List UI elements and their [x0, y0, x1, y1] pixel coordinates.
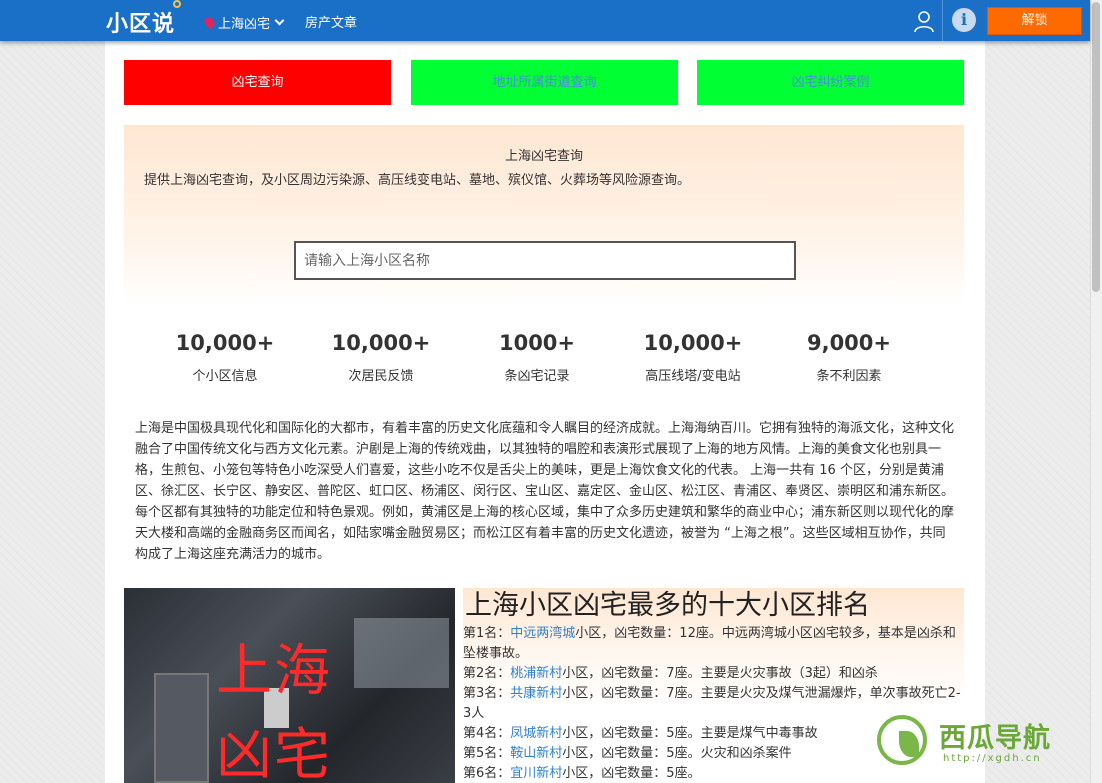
stat-number: 10,000+ [331, 331, 431, 355]
tab-street-address-query[interactable]: 地址所属街道查询 [411, 60, 678, 105]
community-link[interactable]: 凤城新村 [510, 726, 562, 741]
info-icon[interactable]: i [952, 8, 976, 32]
shanghai-intro-text: 上海是中国极具现代化和国际化的大都市，有着丰富的历史文化底蕴和令人瞩目的经济成就… [135, 421, 955, 562]
stat-number: 10,000+ [175, 331, 275, 355]
header-divider [942, 0, 943, 41]
community-search-input[interactable] [294, 241, 796, 280]
main-content: 凶宅查询 地址所属街道查询 凶宅纠纷案例 上海凶宅查询 提供上海凶宅查询，及小区… [105, 41, 985, 783]
city-selector[interactable]: 上海凶宅 [202, 13, 285, 32]
unlock-button[interactable]: 解锁 [987, 7, 1082, 35]
community-link[interactable]: 鞍山新村 [510, 746, 562, 761]
user-icon[interactable] [912, 9, 936, 33]
watermark: 西瓜导航 http://xgdh.cn [873, 713, 1083, 773]
hero-title: 上海凶宅查询 [504, 149, 583, 164]
stat-feedback: 10,000+ 次居民反馈 [311, 331, 451, 384]
stat-records: 1000+ 条凶宅记录 [467, 331, 607, 384]
photo-window [354, 618, 449, 688]
stat-label: 个小区信息 [192, 369, 258, 384]
photo-door [154, 673, 209, 783]
photo-caption-line1: 上海 [216, 639, 332, 704]
hero-description: 提供上海凶宅查询，及小区周边污染源、高压线变电站、墓地、殡仪馆、火葬场等风险源查… [144, 173, 691, 188]
top-navbar: 小区说 上海凶宅 房产文章 i 解锁 [0, 0, 1090, 41]
stat-number: 10,000+ [643, 331, 743, 355]
community-link[interactable]: 宜川新村 [510, 766, 562, 781]
tab-haunted-house-query[interactable]: 凶宅查询 [124, 60, 391, 105]
city-label: 上海凶宅 [218, 17, 271, 32]
community-link[interactable]: 共康新村 [510, 686, 562, 701]
search-hero: 上海凶宅查询 提供上海凶宅查询，及小区周边污染源、高压线变电站、墓地、殡仪馆、火… [124, 125, 964, 307]
query-tabs: 凶宅查询 地址所属街道查询 凶宅纠纷案例 [124, 60, 964, 105]
nav-link-articles[interactable]: 房产文章 [305, 12, 357, 31]
stat-label: 条不利因素 [816, 369, 882, 384]
watermark-logo-icon [877, 715, 927, 765]
watermark-brand: 西瓜导航 [939, 723, 1051, 754]
photo-caption-line2: 凶宅 [216, 723, 332, 783]
stat-label: 条凶宅记录 [504, 369, 570, 384]
community-link[interactable]: 桃浦新村 [510, 666, 562, 681]
ranking-title: 上海小区凶宅最多的十大小区排名 [465, 590, 870, 621]
stats-row: 10,000+ 个小区信息 10,000+ 次居民反馈 1000+ 条凶宅记录 … [155, 331, 935, 391]
watermark-url: http://xgdh.cn [943, 753, 1042, 764]
page-scrollbar[interactable] [1090, 0, 1102, 783]
site-logo[interactable]: 小区说 [106, 0, 182, 37]
stat-adverse-factors: 9,000+ 条不利因素 [779, 331, 919, 384]
stat-label: 次居民反馈 [348, 369, 414, 384]
logo-dot-icon [173, 0, 182, 8]
stat-number: 1000+ [498, 331, 576, 355]
community-link[interactable]: 中远两湾城 [510, 626, 575, 641]
stat-power-towers: 10,000+ 高压线塔/变电站 [623, 331, 763, 384]
tab-dispute-cases[interactable]: 凶宅纠纷案例 [697, 60, 964, 105]
stat-label: 高压线塔/变电站 [645, 369, 741, 384]
location-pin-icon [202, 15, 217, 30]
ranking-item: 第1名：中远两湾城小区，凶宅数量：12座。中远两湾城小区凶宅较多，基本是凶杀和坠… [463, 626, 956, 661]
haunted-house-photo: 上海 凶宅 [124, 588, 455, 783]
stat-number: 9,000+ [806, 331, 892, 355]
chevron-down-icon [274, 15, 285, 26]
ranking-item: 第2名：桃浦新村小区，凶宅数量：7座。主要是火灾事故（3起）和凶杀 [463, 666, 878, 681]
stat-communities: 10,000+ 个小区信息 [155, 331, 295, 384]
scrollbar-thumb[interactable] [1092, 2, 1100, 292]
